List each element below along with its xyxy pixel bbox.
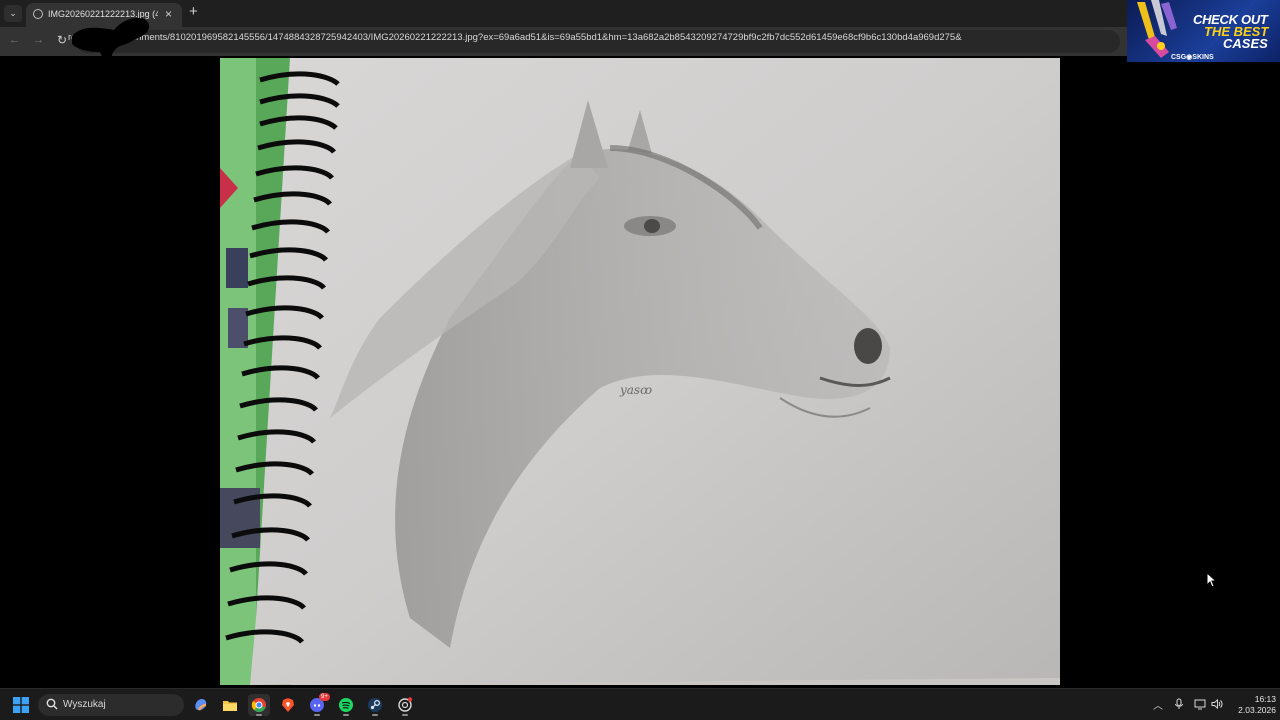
- browser-toolbar: ← → ↻ rdapp.com/attachments/810201969582…: [0, 27, 1280, 56]
- redaction-scribble: [72, 18, 150, 64]
- discord-badge: 9+: [319, 693, 330, 701]
- ad-banner[interactable]: CHECK OUT THE BEST CASES CSG◉SKINS: [1127, 0, 1280, 62]
- search-icon: [46, 698, 58, 710]
- clock-date[interactable]: 2.03.2026: [1226, 705, 1276, 715]
- copilot-icon[interactable]: [190, 694, 212, 716]
- file-explorer-icon[interactable]: [219, 694, 241, 716]
- discord-icon[interactable]: 9+: [306, 693, 330, 716]
- microphone-icon[interactable]: [1173, 698, 1185, 710]
- horse-sketch-photo: yasꝏ: [220, 58, 1060, 685]
- ad-brand: CSG◉SKINS: [1171, 54, 1214, 61]
- new-tab-button[interactable]: +: [189, 4, 198, 20]
- chatgpt-running-indicator: [402, 714, 408, 716]
- forward-arrow-icon[interactable]: →: [33, 34, 44, 46]
- brave-icon[interactable]: [277, 694, 299, 716]
- globe-icon: [33, 9, 43, 19]
- spotify-icon[interactable]: [335, 694, 357, 716]
- tray-overflow-chevron-icon[interactable]: ︿: [1153, 697, 1163, 712]
- tab-search-button[interactable]: ⌄: [4, 5, 22, 22]
- discord-running-indicator: [314, 714, 320, 716]
- steam-running-indicator: [372, 714, 378, 716]
- url-text: rdapp.com/attachments/810201969582145556…: [68, 32, 962, 43]
- mouse-cursor-icon: [1206, 572, 1218, 588]
- tab-close-button[interactable]: ×: [165, 7, 172, 21]
- steam-icon[interactable]: [364, 694, 386, 716]
- windows-start-icon[interactable]: [13, 697, 29, 713]
- taskbar-search[interactable]: Wyszukaj: [38, 694, 184, 716]
- signature: yasꝏ: [619, 383, 652, 397]
- reload-icon[interactable]: ↻: [57, 33, 67, 47]
- chrome-icon[interactable]: [248, 694, 270, 716]
- spotify-running-indicator: [343, 714, 349, 716]
- search-placeholder: Wyszukaj: [63, 699, 106, 710]
- chatgpt-icon[interactable]: [394, 694, 416, 716]
- tab-strip: ⌄ IMG20260221222213.jpg (4096 × +: [0, 0, 1280, 27]
- volume-icon[interactable]: [1211, 698, 1223, 710]
- ad-headline-3: CASES: [1223, 36, 1268, 51]
- network-icon[interactable]: [1194, 698, 1206, 710]
- clock-time[interactable]: 16:13: [1236, 694, 1276, 704]
- chrome-running-indicator: [256, 714, 262, 716]
- image-viewer[interactable]: yasꝏ: [220, 58, 1060, 685]
- back-arrow-icon[interactable]: ←: [9, 34, 20, 46]
- taskbar: Wyszukaj 9+ ︿ 16:13 2.03.2026: [0, 688, 1280, 720]
